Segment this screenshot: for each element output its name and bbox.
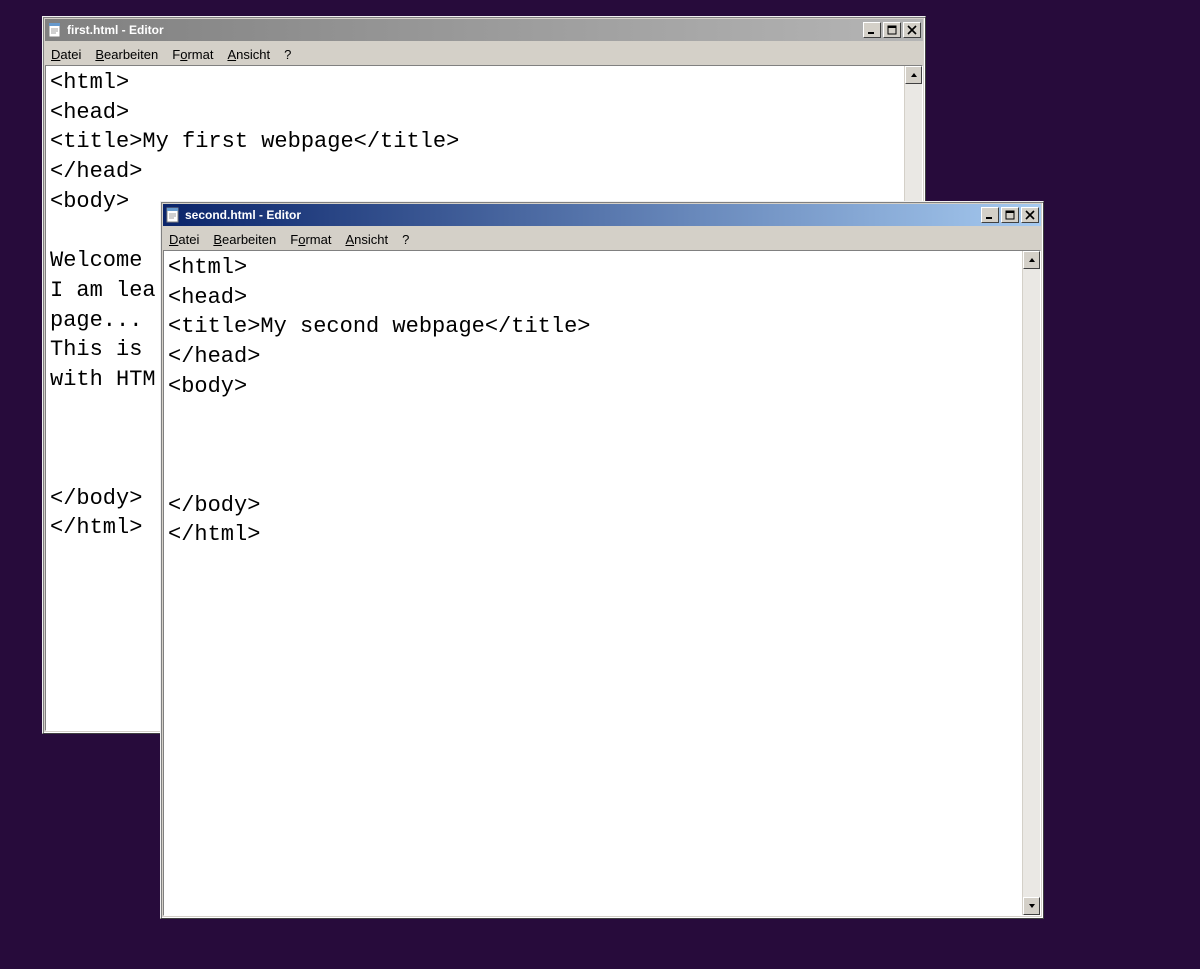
close-button[interactable] — [1021, 207, 1039, 223]
scroll-down-button[interactable] — [1023, 897, 1040, 915]
menubar: Datei Bearbeiten Format Ansicht ? — [45, 43, 923, 65]
menu-help[interactable]: ? — [284, 47, 291, 62]
notepad-icon — [165, 207, 181, 223]
menu-format[interactable]: Format — [172, 47, 213, 62]
scroll-track[interactable] — [1023, 269, 1040, 897]
window-title: first.html - Editor — [67, 23, 863, 37]
minimize-button[interactable] — [863, 22, 881, 38]
maximize-button[interactable] — [1001, 207, 1019, 223]
titlebar-second[interactable]: second.html - Editor — [163, 204, 1041, 226]
menubar: Datei Bearbeiten Format Ansicht ? — [163, 228, 1041, 250]
menu-datei[interactable]: Datei — [51, 47, 81, 62]
editor-textarea[interactable]: <html> <head> <title>My second webpage</… — [164, 251, 1022, 915]
menu-datei[interactable]: Datei — [169, 232, 199, 247]
desktop: first.html - Editor Datei Bearbeiten For… — [0, 0, 1200, 969]
window-title: second.html - Editor — [185, 208, 981, 222]
window-controls — [981, 207, 1039, 223]
menu-ansicht[interactable]: Ansicht — [345, 232, 388, 247]
notepad-icon — [47, 22, 63, 38]
client-area: <html> <head> <title>My second webpage</… — [163, 250, 1041, 916]
menu-ansicht[interactable]: Ansicht — [227, 47, 270, 62]
minimize-button[interactable] — [981, 207, 999, 223]
menu-format[interactable]: Format — [290, 232, 331, 247]
maximize-button[interactable] — [883, 22, 901, 38]
vertical-scrollbar[interactable] — [1022, 251, 1040, 915]
menu-bearbeiten[interactable]: Bearbeiten — [95, 47, 158, 62]
window-controls — [863, 22, 921, 38]
menu-bearbeiten[interactable]: Bearbeiten — [213, 232, 276, 247]
close-button[interactable] — [903, 22, 921, 38]
scroll-up-button[interactable] — [905, 66, 922, 84]
menu-help[interactable]: ? — [402, 232, 409, 247]
window-second[interactable]: second.html - Editor Datei Bearbeiten Fo… — [160, 201, 1044, 919]
scroll-up-button[interactable] — [1023, 251, 1040, 269]
titlebar-first[interactable]: first.html - Editor — [45, 19, 923, 41]
